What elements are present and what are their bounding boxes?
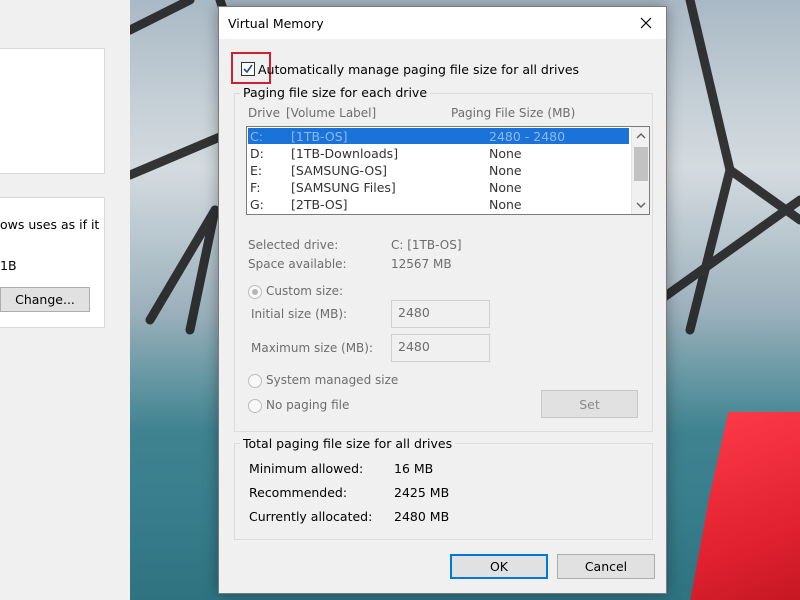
drive-list[interactable]: C: [1TB-OS] 2480 - 2480 D: [1TB-Download… (246, 126, 650, 215)
system-properties-window: ows uses as if it 1B Change... (0, 0, 130, 600)
no-paging-label[interactable]: No paging file (266, 398, 349, 412)
drive-row[interactable]: D: [1TB-Downloads] None (248, 145, 629, 161)
system-managed-radio[interactable] (248, 374, 262, 388)
totals-group-legend: Total paging file size for all drives (240, 436, 456, 451)
recommended-label: Recommended: (249, 485, 348, 500)
drive-size: None (489, 146, 522, 161)
no-paging-radio[interactable] (248, 399, 262, 413)
drive-letter: E: (250, 163, 263, 178)
drive-size: None (489, 197, 522, 212)
dialog-title: Virtual Memory (228, 16, 324, 31)
initial-size-label: Initial size (MB): (251, 307, 348, 321)
drive-label: [1TB-OS] (291, 129, 348, 144)
chevron-up-icon[interactable] (635, 130, 647, 142)
initial-size-input[interactable]: 2480 (391, 300, 490, 328)
drive-label: [SAMSUNG Files] (291, 180, 396, 195)
col-drive-header: Drive (248, 106, 280, 120)
drive-list-scrollbar[interactable] (631, 127, 649, 214)
drive-label: [2TB-OS] (291, 197, 348, 212)
selected-drive-label: Selected drive: (248, 238, 339, 252)
drive-letter: D: (250, 146, 264, 161)
drive-row[interactable]: F: [SAMSUNG Files] None (248, 179, 629, 195)
paging-group-legend: Paging file size for each drive (240, 85, 431, 100)
change-button[interactable]: Change... (0, 287, 90, 312)
drive-letter: C: (250, 129, 263, 144)
drive-label: [SAMSUNG-OS] (291, 163, 388, 178)
close-icon[interactable] (630, 9, 662, 37)
back-panel-top (0, 48, 105, 174)
cancel-button[interactable]: Cancel (557, 554, 655, 579)
selected-drive-value: C: [1TB-OS] (391, 238, 462, 252)
drive-row[interactable]: C: [1TB-OS] 2480 - 2480 (248, 128, 629, 144)
drive-row[interactable]: G: [2TB-OS] None (248, 196, 629, 212)
drive-row[interactable]: E: [SAMSUNG-OS] None (248, 162, 629, 178)
drive-size: 2480 - 2480 (489, 129, 566, 144)
custom-size-radio[interactable] (248, 285, 262, 299)
maximum-size-label: Maximum size (MB): (251, 341, 374, 355)
minimum-allowed-value: 16 MB (394, 461, 434, 476)
auto-manage-checkbox[interactable] (241, 62, 255, 76)
maximum-size-input[interactable]: 2480 (391, 334, 490, 362)
auto-manage-label[interactable]: Automatically manage paging file size fo… (258, 62, 579, 77)
check-icon (243, 64, 253, 74)
col-size-header: Paging File Size (MB) (451, 106, 576, 120)
currently-allocated-label: Currently allocated: (249, 509, 373, 524)
drive-label: [1TB-Downloads] (291, 146, 399, 161)
set-button[interactable]: Set (541, 390, 638, 418)
ok-button[interactable]: OK (450, 554, 548, 579)
recommended-value: 2425 MB (394, 485, 450, 500)
close-icon-glyph (640, 17, 652, 29)
drive-size: None (489, 180, 522, 195)
scroll-thumb[interactable] (634, 147, 648, 181)
back-text-line-1: ows uses as if it (0, 217, 100, 232)
virtual-memory-dialog: Virtual Memory Automatically manage pagi… (218, 6, 667, 594)
drive-letter: F: (250, 180, 261, 195)
system-managed-label[interactable]: System managed size (266, 373, 398, 387)
drive-size: None (489, 163, 522, 178)
col-volume-header: [Volume Label] (286, 106, 377, 120)
space-available-label: Space available: (248, 257, 347, 271)
drive-letter: G: (250, 197, 264, 212)
custom-size-label[interactable]: Custom size: (266, 284, 343, 298)
chevron-down-icon[interactable] (635, 199, 647, 211)
back-text-line-2: 1B (0, 258, 17, 273)
title-bar: Virtual Memory (219, 7, 666, 39)
currently-allocated-value: 2480 MB (394, 509, 450, 524)
space-available-value: 12567 MB (391, 257, 452, 271)
minimum-allowed-label: Minimum allowed: (249, 461, 364, 476)
